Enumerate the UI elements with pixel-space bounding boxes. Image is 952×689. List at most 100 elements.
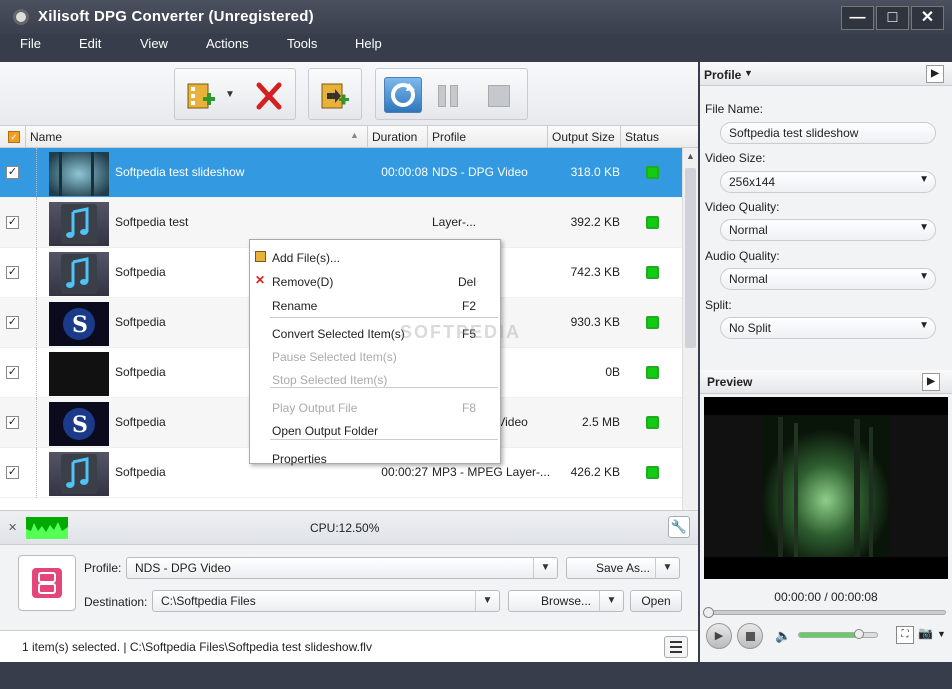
stop-icon[interactable] xyxy=(488,85,510,107)
fullscreen-icon[interactable]: ⛶ xyxy=(896,626,914,644)
file-name-field[interactable]: Softpedia test slideshow xyxy=(720,122,936,144)
preview-panel-title: Preview xyxy=(707,375,753,389)
file-size: 0B xyxy=(605,365,620,379)
menu-tools[interactable]: Tools xyxy=(287,36,317,51)
volume-handle[interactable] xyxy=(854,629,864,639)
output-settings: Profile: NDS - DPG Video ▼ Save As... ▼ … xyxy=(0,544,698,630)
minimize-button[interactable]: — xyxy=(841,6,874,30)
profile-select[interactable]: NDS - DPG Video ▼ xyxy=(126,557,558,579)
refresh-icon xyxy=(391,83,415,107)
select-all-checkbox[interactable]: ✓ xyxy=(8,131,20,143)
snapshot-icon[interactable]: 📷 xyxy=(918,626,933,640)
volume-slider[interactable] xyxy=(798,629,878,639)
profile-panel-title[interactable]: Profile xyxy=(704,68,741,82)
video-quality-label: Video Quality: xyxy=(705,200,780,214)
menu-file[interactable]: File xyxy=(20,36,41,51)
menu-view[interactable]: View xyxy=(140,36,168,51)
split-select[interactable]: No Split ▼ xyxy=(720,317,936,339)
svg-text:S: S xyxy=(72,412,88,438)
status-ready-icon xyxy=(646,366,659,379)
context-menu-item[interactable]: Add File(s)... xyxy=(272,251,492,271)
seek-bar[interactable] xyxy=(703,607,946,618)
context-menu-item[interactable]: Open Output Folder xyxy=(272,424,492,444)
context-menu: Add File(s)... Remove(D) Del Rename F2 Conver… xyxy=(249,239,519,466)
preview-frame xyxy=(704,415,948,557)
seek-handle[interactable] xyxy=(703,607,714,618)
file-size: 930.3 KB xyxy=(570,315,620,329)
convert-to-video-icon[interactable] xyxy=(319,81,351,111)
column-duration[interactable]: Duration xyxy=(372,130,417,144)
video-quality-select[interactable]: Normal ▼ xyxy=(720,219,936,241)
wrench-icon[interactable]: 🔧 xyxy=(668,516,690,538)
menu-separator xyxy=(270,387,498,388)
file-name: Softpedia xyxy=(115,365,166,379)
context-menu-item[interactable]: Remove(D) Del xyxy=(272,275,492,295)
list-scrollbar[interactable]: ▲ ▼ xyxy=(682,148,698,568)
profile-device-button[interactable] xyxy=(18,555,76,611)
chevron-down-icon[interactable]: ▼ xyxy=(937,629,946,639)
add-video-icon[interactable] xyxy=(185,81,217,111)
pause-icon[interactable] xyxy=(438,85,446,107)
video-size-label: Video Size: xyxy=(705,151,766,165)
menu-actions[interactable]: Actions xyxy=(206,36,249,51)
close-button[interactable]: ✕ xyxy=(911,6,944,30)
menu-help[interactable]: Help xyxy=(355,36,382,51)
column-profile[interactable]: Profile xyxy=(432,130,466,144)
row-checkbox[interactable]: ✓ xyxy=(6,316,19,329)
cpu-usage: CPU:12.50% xyxy=(310,521,380,535)
status-text: 1 item(s) selected. | C:\Softpedia Files… xyxy=(22,640,372,654)
preview-video[interactable] xyxy=(704,397,948,579)
logo-thumbnail: S xyxy=(49,302,109,346)
table-row[interactable]: ✓ Softpedia test slideshow 00:00:08 NDS … xyxy=(0,148,682,198)
play-button[interactable]: ▶ xyxy=(706,623,732,649)
maximize-button[interactable]: □ xyxy=(876,6,909,30)
remove-icon: ✕ xyxy=(255,273,266,287)
row-checkbox[interactable]: ✓ xyxy=(6,466,19,479)
scroll-thumb[interactable] xyxy=(685,168,696,348)
remove-icon[interactable] xyxy=(253,81,285,111)
status-bar: 1 item(s) selected. | C:\Softpedia Files… xyxy=(0,630,698,662)
open-button[interactable]: Open xyxy=(630,590,682,612)
close-log-icon[interactable]: ✕ xyxy=(8,521,17,534)
column-output-size[interactable]: Output Size xyxy=(552,130,615,144)
volume-icon[interactable]: 🔈 xyxy=(775,628,791,644)
row-checkbox[interactable]: ✓ xyxy=(6,216,19,229)
video-size-select[interactable]: 256x144 ▼ xyxy=(720,171,936,193)
destination-select[interactable]: C:\Softpedia Files ▼ xyxy=(152,590,500,612)
convert-button[interactable] xyxy=(384,77,422,113)
thumbnail xyxy=(49,352,109,396)
chevron-down-icon[interactable]: ▼ xyxy=(744,68,753,78)
chevron-down-icon: ▼ xyxy=(655,558,679,578)
file-name: Softpedia xyxy=(115,415,166,429)
file-size: 318.0 KB xyxy=(570,165,620,179)
context-menu-item[interactable]: Rename F2 xyxy=(272,299,492,319)
svg-text:S: S xyxy=(72,312,88,338)
column-name[interactable]: Name xyxy=(30,130,62,144)
column-status[interactable]: Status xyxy=(625,130,659,144)
browse-button[interactable]: Browse... ▼ xyxy=(508,590,624,612)
audio-quality-select[interactable]: Normal ▼ xyxy=(720,268,936,290)
expand-panel-icon[interactable]: ▶ xyxy=(926,65,944,83)
stop-button[interactable] xyxy=(737,623,763,649)
file-name: Softpedia test slideshow xyxy=(115,165,245,179)
row-checkbox[interactable]: ✓ xyxy=(6,266,19,279)
status-ready-icon xyxy=(646,216,659,229)
expand-preview-icon[interactable]: ▶ xyxy=(922,373,940,391)
context-menu-item[interactable]: Properties xyxy=(272,452,492,472)
split-label: Split: xyxy=(705,298,732,312)
log-list-icon[interactable] xyxy=(664,636,688,658)
file-size: 426.2 KB xyxy=(570,465,620,479)
window-title: Xilisoft DPG Converter (Unregistered) xyxy=(38,8,314,25)
file-size: 392.2 KB xyxy=(570,215,620,229)
file-list-pane: ▼ ✓ Name ▲ Duration Profile Output Size … xyxy=(0,62,698,662)
row-checkbox[interactable]: ✓ xyxy=(6,166,19,179)
chevron-down-icon[interactable]: ▼ xyxy=(225,89,235,100)
row-checkbox[interactable]: ✓ xyxy=(6,416,19,429)
menu-bar: File Edit View Actions Tools Help xyxy=(0,34,952,62)
save-as-button[interactable]: Save As... ▼ xyxy=(566,557,680,579)
menu-edit[interactable]: Edit xyxy=(79,36,101,51)
profile-panel-header: Profile ▼ ▶ xyxy=(700,62,952,86)
audio-quality-label: Audio Quality: xyxy=(705,249,780,263)
row-checkbox[interactable]: ✓ xyxy=(6,366,19,379)
scroll-up-icon[interactable]: ▲ xyxy=(686,151,695,161)
